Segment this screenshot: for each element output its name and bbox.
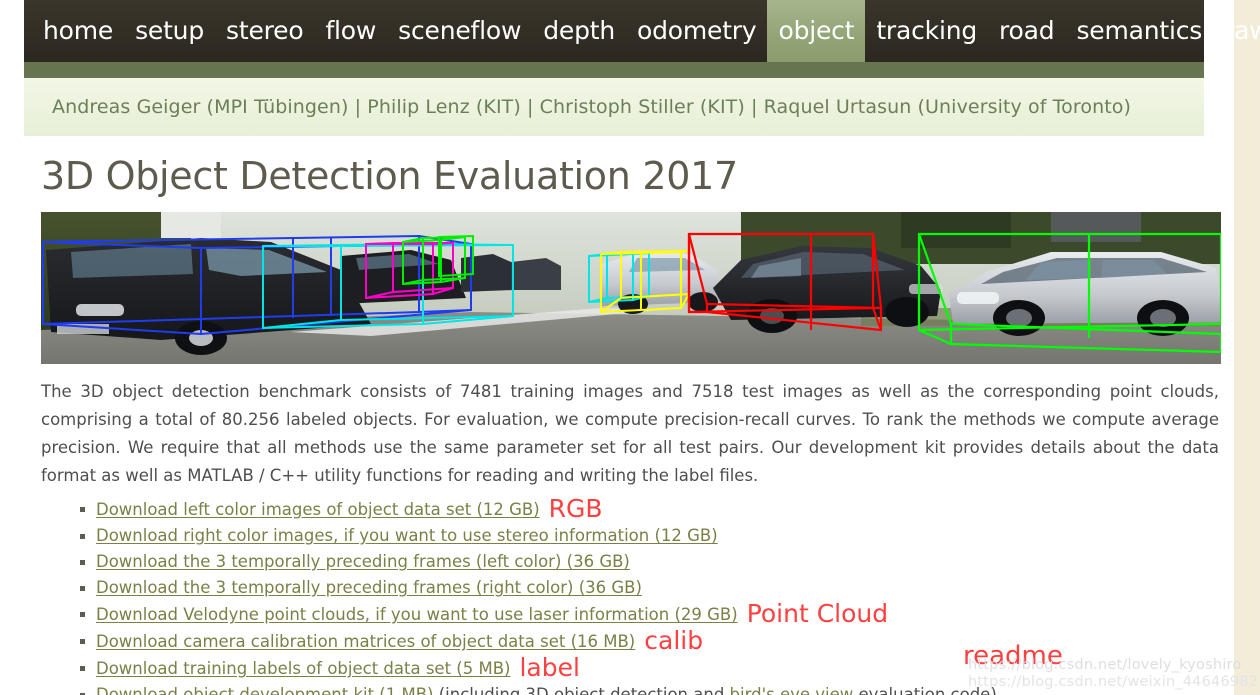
- benchmark-description: The 3D object detection benchmark consis…: [41, 382, 1219, 485]
- page-root: home setup stereo flow sceneflow depth odometr…: [0, 0, 1260, 695]
- download-list-item: Download right color images, if you want…: [80, 523, 1204, 549]
- download-list-item: Download Velodyne point clouds, if you w…: [80, 599, 1204, 628]
- main-content: 3D Object Detection Evaluation 2017 The …: [24, 136, 1221, 695]
- nav-item-odometry[interactable]: odometry: [626, 0, 767, 62]
- page-title: 3D Object Detection Evaluation 2017: [41, 154, 738, 198]
- nav-item-road[interactable]: road: [988, 0, 1065, 62]
- nav-item-depth[interactable]: depth: [532, 0, 626, 62]
- download-link[interactable]: Download training labels of object data …: [96, 659, 510, 678]
- annotation-rgb: RGB: [548, 494, 603, 523]
- hero-image-3d-boxes: [41, 212, 1221, 364]
- nav-item-raw-data[interactable]: raw data: [1213, 0, 1260, 62]
- download-link[interactable]: Download camera calibration matrices of …: [96, 632, 635, 651]
- download-list-item: Download the 3 temporally preceding fram…: [80, 549, 1204, 575]
- nav-underbar: [24, 62, 1204, 78]
- nav-item-setup[interactable]: setup: [124, 0, 215, 62]
- download-item-tail-text: (including 3D object detection and: [433, 685, 730, 695]
- annotation-label: label: [519, 653, 580, 682]
- nav-item-home[interactable]: home: [32, 0, 124, 62]
- download-list-item: Download object development kit (1 MB) (…: [80, 682, 1204, 695]
- download-list-item: Download left color images of object dat…: [80, 494, 1204, 523]
- download-link[interactable]: Download the 3 temporally preceding fram…: [96, 578, 642, 597]
- download-link[interactable]: Download the 3 temporally preceding fram…: [96, 552, 630, 571]
- nav-item-sceneflow[interactable]: sceneflow: [387, 0, 532, 62]
- annotation-calib: calib: [644, 626, 704, 655]
- nav-item-object[interactable]: object: [767, 0, 866, 62]
- author-bar: Andreas Geiger (MPI Tübingen) | Philip L…: [24, 78, 1204, 136]
- annotation-point-cloud: Point Cloud: [746, 599, 889, 628]
- download-item-tail-text-2: evaluation code): [853, 685, 997, 695]
- nav-item-tracking[interactable]: tracking: [865, 0, 988, 62]
- download-link[interactable]: Download Velodyne point clouds, if you w…: [96, 605, 738, 624]
- download-list-item: Download the 3 temporally preceding fram…: [80, 575, 1204, 601]
- birds-eye-view-link[interactable]: bird's eye view: [730, 685, 854, 695]
- download-link[interactable]: Download right color images, if you want…: [96, 526, 718, 545]
- nav-item-semantics[interactable]: semantics: [1065, 0, 1213, 62]
- annotation-readme: readme: [963, 641, 1063, 671]
- author-list: Andreas Geiger (MPI Tübingen) | Philip L…: [52, 96, 1132, 118]
- nav-item-stereo[interactable]: stereo: [215, 0, 314, 62]
- page-frame-right: [1234, 0, 1260, 695]
- main-navigation: home setup stereo flow sceneflow depth odometr…: [24, 0, 1260, 62]
- nav-item-flow[interactable]: flow: [314, 0, 387, 62]
- download-link[interactable]: Download left color images of object dat…: [96, 500, 540, 519]
- download-link[interactable]: Download object development kit (1 MB): [96, 685, 433, 695]
